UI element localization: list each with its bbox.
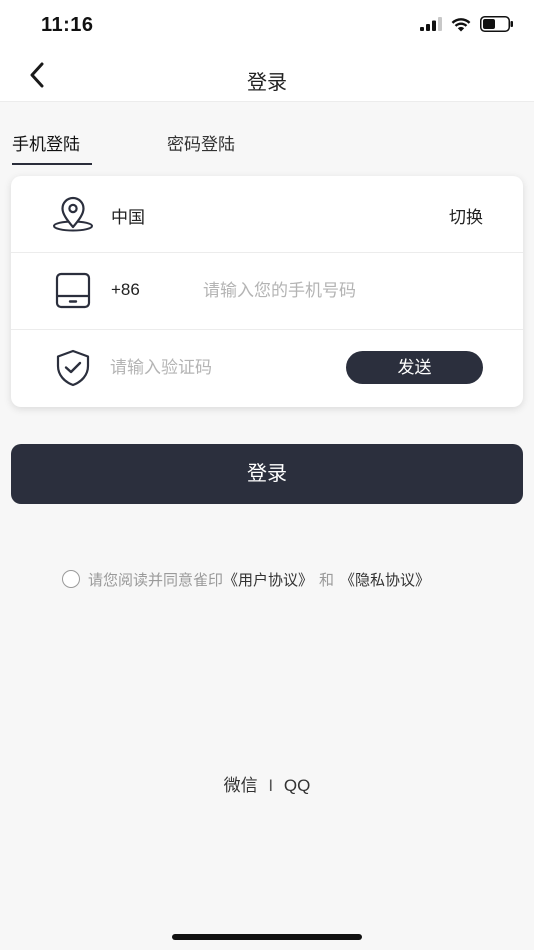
shield-check-icon <box>51 348 95 388</box>
verify-code-input[interactable] <box>110 352 330 384</box>
status-icons <box>420 16 514 37</box>
wifi-icon <box>451 17 471 37</box>
active-tab-indicator <box>12 163 92 165</box>
home-indicator <box>172 934 362 940</box>
status-bar: 11:16 <box>0 0 534 52</box>
tab-password-login[interactable]: 密码登陆 <box>167 130 235 155</box>
third-party-login: 微信 I QQ <box>0 771 534 796</box>
nav-bar: 登录 <box>0 52 534 102</box>
page-title: 登录 <box>247 72 287 94</box>
user-agreement-link[interactable]: 《用户协议》 <box>223 569 313 590</box>
agreement-row: 请您阅读并同意雀印 《用户协议》 和 《隐私协议》 <box>62 569 430 589</box>
agreement-text: 请您阅读并同意雀印 <box>88 571 224 589</box>
switch-country-link[interactable]: 切换 <box>449 203 483 228</box>
login-button[interactable]: 登录 <box>11 444 523 504</box>
country-row: 中国 切换 <box>11 176 523 253</box>
login-screen: 11:16 登录 手机登陆 密码登陆 中国 切换 +86 请输入您的手机号码 请… <box>0 0 534 950</box>
status-time: 11:16 <box>41 14 94 36</box>
login-tabs: 手机登陆 密码登陆 <box>0 130 534 166</box>
location-pin-icon <box>51 194 95 234</box>
agreement-checkbox[interactable] <box>62 570 80 588</box>
privacy-policy-link[interactable]: 《隐私协议》 <box>340 569 430 590</box>
wechat-login-link[interactable]: 微信 <box>224 776 258 795</box>
verify-code-row: 发送 <box>11 330 523 407</box>
country-code: +86 <box>111 280 140 299</box>
country-value: 中国 <box>111 208 145 227</box>
third-party-separator: I <box>268 776 274 795</box>
send-code-button[interactable]: 发送 <box>346 351 483 384</box>
battery-icon <box>480 16 514 37</box>
signal-icon <box>420 17 442 36</box>
phone-number-input[interactable] <box>203 275 493 307</box>
tab-phone-login[interactable]: 手机登陆 <box>12 130 80 155</box>
qq-login-link[interactable]: QQ <box>284 776 310 795</box>
agreement-and-text: 和 <box>319 571 335 589</box>
phone-device-icon <box>51 271 95 311</box>
phone-row: +86 <box>11 253 523 330</box>
login-form-card: 中国 切换 +86 发送 <box>11 176 523 407</box>
